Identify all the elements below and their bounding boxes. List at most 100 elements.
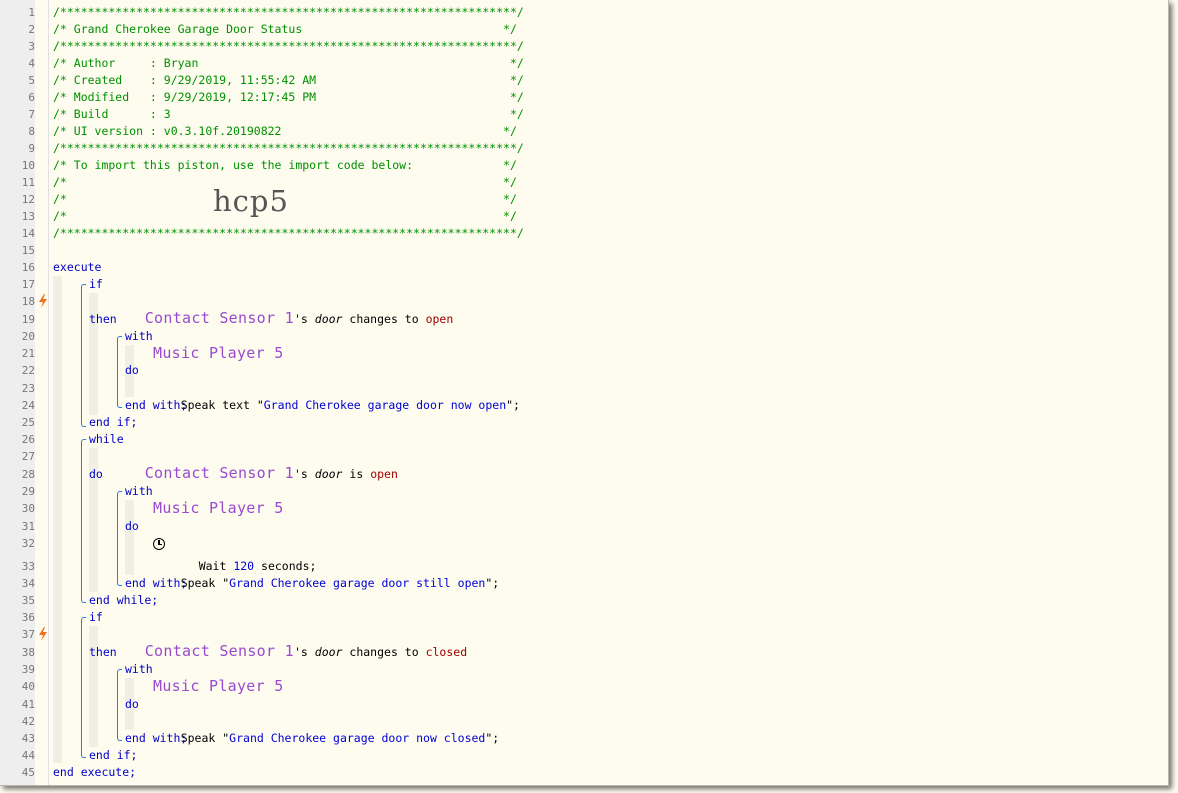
speak-task[interactable]: Speak text "Grand Cherokee garage door n…	[153, 380, 520, 412]
line-number: 22	[21, 364, 35, 377]
line-number: 30	[21, 502, 35, 515]
if-block-bracket	[81, 617, 86, 758]
with-keyword[interactable]: with	[125, 661, 153, 678]
task-name: Speak text "	[180, 398, 264, 412]
task-message: Grand Cherokee garage door still open	[229, 576, 486, 590]
comment-build: /* Build : 3 */	[53, 107, 524, 121]
line-number: 38	[21, 646, 35, 659]
comment-rule: /***************************************…	[53, 39, 524, 53]
do-keyword[interactable]: do	[125, 696, 139, 713]
lightning-bolt-icon	[39, 627, 47, 641]
do-keyword[interactable]: do	[125, 518, 139, 535]
line-number: 32	[21, 537, 35, 550]
if-block-bracket	[81, 284, 86, 427]
line-number: 27	[21, 450, 35, 463]
with-block-bracket	[117, 491, 122, 586]
end-with-keyword[interactable]: end with;	[125, 575, 187, 592]
if-keyword[interactable]: if	[89, 609, 103, 626]
while-block-bracket	[81, 439, 86, 603]
line-number: 15	[21, 244, 35, 257]
do-keyword[interactable]: do	[89, 466, 103, 483]
task-message: Grand Cherokee garage door now open	[263, 398, 507, 412]
end-if-keyword[interactable]: end if;	[89, 414, 137, 431]
device-name: Contact Sensor 1	[144, 464, 294, 482]
device-name: Contact Sensor 1	[144, 642, 294, 660]
attribute-name: door	[314, 645, 343, 659]
task-end: ";	[485, 731, 500, 745]
line-number: 28	[21, 468, 35, 481]
end-while-keyword[interactable]: end while;	[89, 592, 158, 609]
if-keyword[interactable]: if	[89, 276, 103, 293]
clock-icon	[153, 538, 165, 550]
speak-task[interactable]: Speak "Grand Cherokee garage door now cl…	[153, 713, 500, 745]
line-number: 20	[21, 330, 35, 343]
with-block-bracket	[117, 336, 122, 408]
with-keyword[interactable]: with	[125, 483, 153, 500]
task-end: ";	[485, 576, 500, 590]
task-name: Speak "	[180, 576, 230, 590]
while-keyword[interactable]: while	[89, 431, 124, 448]
line-number: 9	[28, 142, 35, 155]
execute-keyword[interactable]: execute	[53, 259, 101, 276]
line-number: 26	[21, 433, 35, 446]
comment-title: /* Grand Cherokee Garage Door Status */	[53, 22, 517, 36]
with-keyword[interactable]: with	[125, 328, 153, 345]
line-number: 45	[21, 766, 35, 779]
comment-created: /* Created : 9/29/2019, 11:55:42 AM */	[53, 73, 524, 87]
device-name: Contact Sensor 1	[144, 309, 294, 327]
attribute-name: door	[314, 312, 343, 326]
line-number: 1	[28, 6, 35, 19]
gutter-divider	[48, 0, 49, 785]
do-keyword[interactable]: do	[125, 362, 139, 379]
indent-guide	[125, 500, 134, 575]
task-message: Grand Cherokee garage door now closed	[229, 731, 486, 745]
piston-code-view: 1 2 3 4 5 6 7 8 9 10 11 12 13 14 15 16 1…	[0, 0, 1169, 786]
operator-text: is	[342, 467, 371, 481]
line-number: 12	[21, 193, 35, 206]
import-code[interactable]: hcp5	[213, 184, 289, 218]
line-number: 10	[21, 159, 35, 172]
operator-text: changes to	[342, 312, 426, 326]
line-number: 8	[28, 125, 35, 138]
device-name[interactable]: Music Player 5	[153, 678, 284, 695]
line-number: 24	[21, 399, 35, 412]
indent-guide	[53, 276, 62, 763]
line-number: 19	[21, 313, 35, 326]
device-name[interactable]: Music Player 5	[153, 500, 284, 517]
line-number: 33	[21, 560, 35, 573]
line-number: 5	[28, 74, 35, 87]
end-execute-keyword[interactable]: end execute;	[53, 764, 136, 781]
with-block-bracket	[117, 669, 122, 741]
task-end: ";	[506, 398, 520, 412]
condition-statement[interactable]: Contact Sensor 1's door is open	[117, 448, 398, 482]
attribute-name: door	[314, 467, 343, 481]
wait-task[interactable]: Wait 120 seconds;	[171, 541, 317, 573]
then-keyword[interactable]: then	[89, 644, 117, 661]
task-name: Speak "	[180, 731, 230, 745]
end-with-keyword[interactable]: end with;	[125, 397, 187, 414]
comment-author: /* Author : Bryan */	[53, 56, 524, 70]
operator-text: changes to	[342, 645, 426, 659]
end-if-keyword[interactable]: end if;	[89, 747, 137, 764]
speak-task[interactable]: Speak "Grand Cherokee garage door still …	[153, 558, 500, 590]
end-with-keyword[interactable]: end with;	[125, 730, 187, 747]
value-text: open	[425, 312, 454, 326]
possessive-text: 's	[294, 312, 315, 326]
line-number: 17	[21, 278, 35, 291]
line-number: 43	[21, 732, 35, 745]
comment-rule: /***************************************…	[53, 141, 524, 155]
condition-statement[interactable]: Contact Sensor 1's door changes to open	[117, 293, 454, 327]
line-number: 40	[21, 680, 35, 693]
comment-rule: /***************************************…	[53, 226, 524, 240]
comment-ui-version: /* UI version : v0.3.10f.20190822 */	[53, 124, 517, 138]
line-number: 41	[21, 698, 35, 711]
line-number: 18	[21, 295, 35, 308]
line-number: 42	[21, 715, 35, 728]
device-name[interactable]: Music Player 5	[153, 345, 284, 362]
then-keyword[interactable]: then	[89, 311, 117, 328]
line-number: 34	[21, 577, 35, 590]
line-number: 39	[21, 663, 35, 676]
line-number: 13	[21, 210, 35, 223]
line-number: 16	[21, 261, 35, 274]
condition-statement[interactable]: Contact Sensor 1's door changes to close…	[117, 626, 467, 660]
